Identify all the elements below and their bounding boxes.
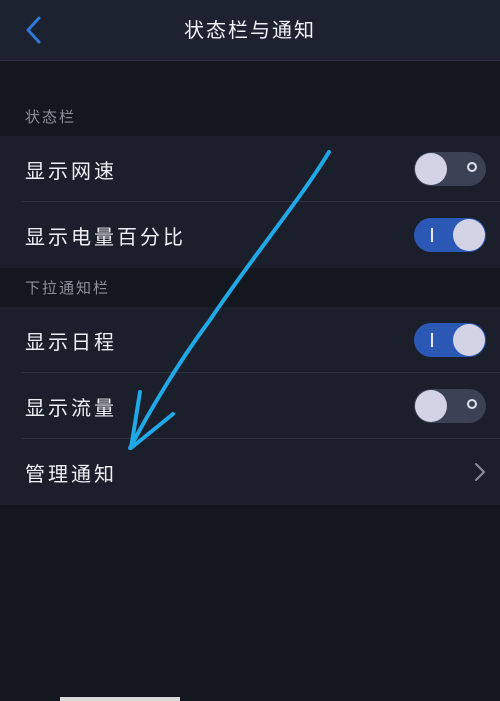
nav-bar: 状态栏与通知 [0,0,500,61]
notification-shade-group: 显示日程 显示流量 管理通知 [0,307,500,505]
schedule-toggle[interactable] [414,323,486,357]
toggle-knob [415,390,447,422]
chevron-right-icon [475,463,485,481]
toggle-off-icon [467,399,477,409]
status-bar-group: 显示网速 显示电量百分比 [0,136,500,268]
setting-row-network-speed[interactable]: 显示网速 [0,136,500,202]
toggle-knob [415,153,447,185]
setting-row-schedule[interactable]: 显示日程 [0,307,500,373]
toggle-knob [453,324,485,356]
setting-label: 显示电量百分比 [25,224,186,249]
toggle-on-icon [431,333,433,347]
setting-row-manage-notifications[interactable]: 管理通知 [0,439,500,505]
setting-row-battery-percentage[interactable]: 显示电量百分比 [0,202,500,268]
toggle-knob [453,219,485,251]
section-title-status-bar: 状态栏 [25,108,77,126]
page-title: 状态栏与通知 [184,18,316,42]
home-indicator [60,697,180,701]
network-speed-toggle[interactable] [414,152,486,186]
toggle-on-icon [431,228,433,242]
setting-label: 显示流量 [25,395,117,420]
setting-label: 管理通知 [25,461,117,486]
setting-row-data-usage[interactable]: 显示流量 [0,373,500,439]
toggle-off-icon [467,162,477,172]
battery-percentage-toggle[interactable] [414,218,486,252]
setting-label: 显示网速 [25,158,117,183]
setting-label: 显示日程 [25,329,117,354]
section-title-notification-shade: 下拉通知栏 [25,279,111,297]
data-usage-toggle[interactable] [414,389,486,423]
